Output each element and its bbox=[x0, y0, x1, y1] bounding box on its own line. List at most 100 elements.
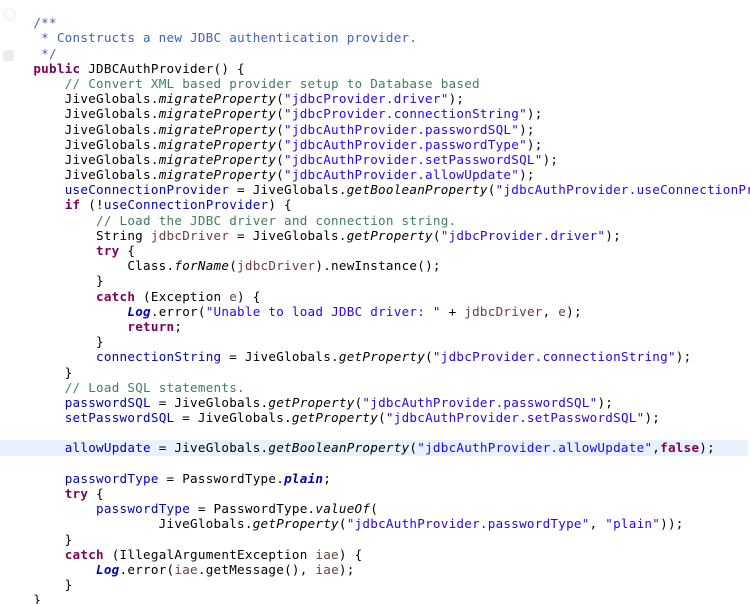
code-line[interactable]: try { bbox=[0, 486, 750, 501]
token-loc: jdbcDriver bbox=[237, 258, 316, 274]
token-pln: (IllegalArgumentException bbox=[103, 546, 316, 562]
code-line[interactable]: } bbox=[0, 592, 750, 604]
code-line[interactable]: Class.forName(jdbcDriver).newInstance(); bbox=[0, 258, 750, 273]
code-line[interactable]: /** bbox=[0, 15, 750, 30]
token-pln: JiveGlobals. bbox=[2, 151, 159, 167]
token-pln: ); bbox=[566, 303, 582, 319]
token-kw: catch bbox=[64, 546, 104, 562]
token-pln bbox=[2, 562, 96, 577]
code-line[interactable]: JiveGlobals.migrateProperty("jdbcAuthPro… bbox=[0, 152, 750, 167]
code-line[interactable]: connectionString = JiveGlobals.getProper… bbox=[0, 349, 750, 364]
code-line[interactable]: */ bbox=[0, 46, 750, 61]
token-pln: { bbox=[88, 486, 104, 501]
token-str: "jdbcAuthProvider.allowUpdate" bbox=[417, 440, 653, 456]
token-pln: ); bbox=[597, 394, 614, 410]
code-line[interactable]: // Load SQL statements. bbox=[0, 380, 750, 395]
code-line[interactable]: passwordType = PasswordType.plain; bbox=[0, 471, 750, 486]
token-loc: iae bbox=[174, 561, 198, 577]
code-line[interactable]: public JDBCAuthProvider() { bbox=[0, 61, 750, 76]
token-pln: = JiveGlobals. bbox=[229, 227, 347, 243]
token-fld: passwordSQL bbox=[64, 394, 151, 410]
token-pln bbox=[2, 304, 127, 319]
token-kw: false bbox=[660, 440, 700, 456]
code-line[interactable]: Log.error(iae.getMessage(), iae); bbox=[0, 562, 750, 577]
code-line[interactable]: * Constructs a new JDBC authentication p… bbox=[0, 30, 750, 45]
code-line[interactable]: JiveGlobals.migrateProperty("jdbcAuthPro… bbox=[0, 167, 750, 182]
code-line[interactable]: catch (Exception e) { bbox=[0, 289, 750, 304]
token-smtd: migrateProperty bbox=[158, 121, 277, 137]
code-line[interactable]: JiveGlobals.migrateProperty("jdbcProvide… bbox=[0, 106, 750, 121]
token-smtd: migrateProperty bbox=[158, 106, 277, 122]
token-str: "jdbcAuthProvider.setPasswordSQL" bbox=[284, 151, 543, 167]
token-smtd: getBooleanProperty bbox=[346, 182, 488, 198]
token-str: "jdbcProvider.driver" bbox=[440, 227, 606, 243]
token-pln: , bbox=[589, 516, 606, 532]
java-code-editor[interactable]: /** * Constructs a new JDBC authenticati… bbox=[0, 0, 750, 604]
code-line[interactable]: return; bbox=[0, 319, 750, 334]
code-line[interactable] bbox=[0, 456, 750, 471]
token-pln: )); bbox=[660, 516, 684, 532]
token-str: "plain" bbox=[605, 516, 661, 532]
code-line[interactable]: JiveGlobals.migrateProperty("jdbcAuthPro… bbox=[0, 122, 750, 137]
token-pln bbox=[2, 471, 65, 486]
token-str: "jdbcAuthProvider.useConnectionProvider" bbox=[495, 182, 750, 198]
code-text-area[interactable]: /** * Constructs a new JDBC authenticati… bbox=[0, 0, 750, 604]
token-pln: ); bbox=[699, 440, 715, 456]
token-str: "jdbcAuthProvider.allowUpdate" bbox=[284, 167, 520, 183]
code-line[interactable]: try { bbox=[0, 243, 750, 258]
code-line[interactable]: } bbox=[0, 273, 750, 288]
token-pln bbox=[2, 440, 65, 455]
code-line[interactable]: } bbox=[0, 334, 750, 349]
token-loc: e bbox=[558, 303, 567, 319]
token-pln: JiveGlobals. bbox=[2, 91, 159, 107]
code-line[interactable]: } bbox=[0, 577, 750, 592]
code-line[interactable]: JiveGlobals.migrateProperty("jdbcProvide… bbox=[0, 91, 750, 106]
code-line[interactable]: passwordSQL = JiveGlobals.getProperty("j… bbox=[0, 395, 750, 410]
code-line[interactable] bbox=[0, 0, 750, 15]
token-fld: passwordType bbox=[64, 470, 159, 486]
code-line[interactable] bbox=[0, 425, 750, 440]
token-fld: useConnectionProvider bbox=[103, 197, 269, 213]
token-pln bbox=[2, 289, 96, 304]
token-pln: ); bbox=[605, 227, 621, 243]
token-pln: JiveGlobals. bbox=[2, 121, 159, 137]
token-kw: return bbox=[127, 318, 175, 334]
token-smtd: migrateProperty bbox=[158, 136, 277, 152]
token-kw: public bbox=[33, 60, 81, 76]
token-pln: + bbox=[440, 303, 465, 319]
code-line[interactable]: setPasswordSQL = JiveGlobals.getProperty… bbox=[0, 410, 750, 425]
token-str: "jdbcAuthProvider.passwordType" bbox=[284, 136, 527, 152]
token-pln: = JiveGlobals. bbox=[229, 182, 347, 198]
token-pln: ( bbox=[276, 167, 285, 183]
token-pln: ) { bbox=[237, 288, 261, 304]
code-line[interactable]: // Load the JDBC driver and connection s… bbox=[0, 213, 750, 228]
token-sfld: plain bbox=[284, 470, 324, 486]
code-line[interactable]: } bbox=[0, 532, 750, 547]
code-line[interactable]: // Convert XML based provider setup to D… bbox=[0, 76, 750, 91]
token-loc: jdbcDriver bbox=[150, 227, 230, 243]
token-pln bbox=[2, 501, 96, 516]
code-line[interactable]: JiveGlobals.getProperty("jdbcAuthProvide… bbox=[0, 516, 750, 531]
token-pln: { bbox=[119, 243, 136, 258]
token-pln: ( bbox=[276, 151, 285, 167]
token-pln bbox=[2, 547, 65, 562]
token-pln: = JiveGlobals. bbox=[221, 349, 339, 365]
code-line[interactable]: } bbox=[0, 365, 750, 380]
code-line[interactable]: useConnectionProvider = JiveGlobals.getB… bbox=[0, 182, 750, 197]
token-empty bbox=[2, 425, 10, 440]
token-pln: ); bbox=[448, 91, 465, 107]
token-str: "jdbcAuthProvider.passwordSQL" bbox=[362, 394, 598, 410]
code-line[interactable]: if (!useConnectionProvider) { bbox=[0, 197, 750, 212]
token-kw: try bbox=[96, 243, 120, 258]
token-pln: } bbox=[2, 531, 73, 547]
code-line[interactable]: catch (IllegalArgumentException iae) { bbox=[0, 547, 750, 562]
token-fld: connectionString bbox=[96, 349, 222, 365]
token-pln: ); bbox=[526, 136, 543, 152]
code-line-highlighted[interactable]: allowUpdate = JiveGlobals.getBooleanProp… bbox=[0, 440, 750, 456]
code-line[interactable]: String jdbcDriver = JiveGlobals.getPrope… bbox=[0, 228, 750, 243]
token-empty bbox=[2, 456, 10, 471]
token-smtd: migrateProperty bbox=[158, 167, 277, 183]
code-line[interactable]: JiveGlobals.migrateProperty("jdbcAuthPro… bbox=[0, 137, 750, 152]
code-line[interactable]: passwordType = PasswordType.valueOf( bbox=[0, 501, 750, 516]
code-line[interactable]: Log.error("Unable to load JDBC driver: "… bbox=[0, 304, 750, 319]
